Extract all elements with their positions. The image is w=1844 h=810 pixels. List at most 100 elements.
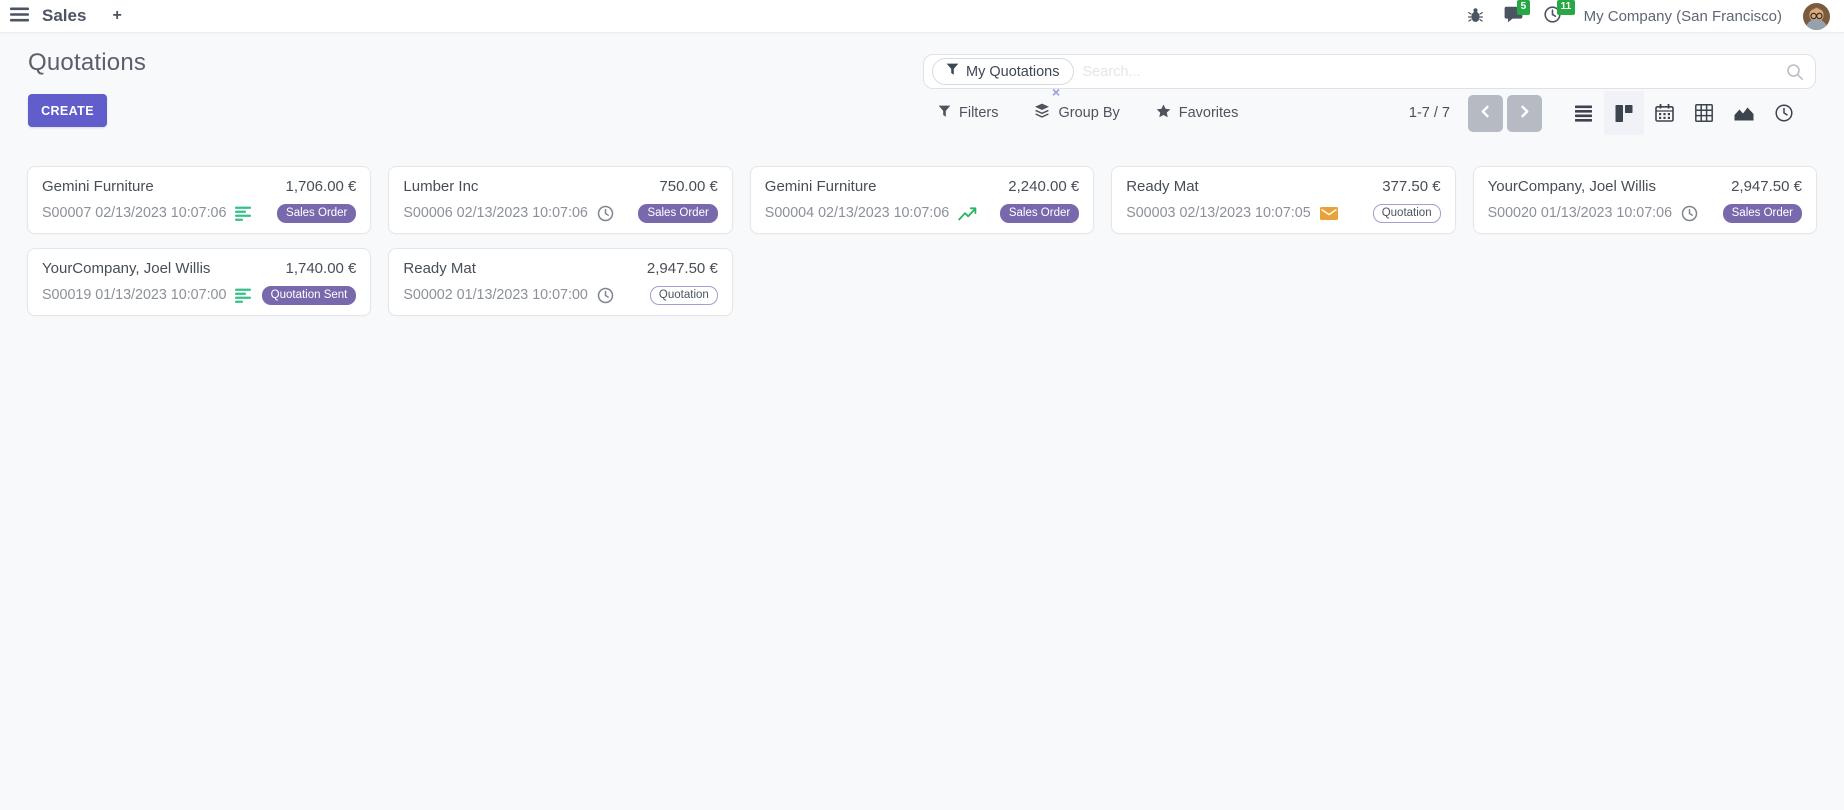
card-customer: Gemini Furniture — [765, 178, 877, 195]
app-name[interactable]: Sales — [42, 6, 86, 26]
calendar-view-icon — [1655, 104, 1674, 122]
card-datetime: 02/13/2023 10:07:06 — [95, 205, 226, 221]
user-avatar[interactable] — [1803, 3, 1830, 30]
activity-lines-icon[interactable] — [235, 206, 253, 221]
status-badge: Quotation — [1373, 204, 1441, 223]
card-reference: S00019 — [42, 287, 91, 303]
card-customer: Gemini Furniture — [42, 178, 154, 195]
card-reference: S00003 — [1126, 205, 1175, 221]
calendar-view-button[interactable] — [1644, 91, 1684, 135]
clock-icon[interactable] — [1681, 205, 1698, 222]
group-by-menu-label: Group By — [1058, 105, 1119, 121]
activity-view-icon — [1775, 104, 1793, 122]
card-reference: S00007 — [42, 205, 91, 221]
facet-remove-icon[interactable]: × — [1052, 85, 1060, 99]
pivot-view-icon — [1695, 104, 1713, 122]
search-facet[interactable]: My Quotations — [932, 58, 1074, 85]
card-reference: S00006 — [403, 205, 452, 221]
status-badge: Quotation Sent — [262, 286, 357, 305]
card-datetime: 02/13/2023 10:07:06 — [818, 205, 949, 221]
bug-icon — [1468, 7, 1483, 26]
status-badge: Quotation — [650, 286, 718, 305]
quotation-card[interactable]: Gemini Furniture 2,240.00 € S00004 02/13… — [750, 166, 1094, 234]
kanban-view-icon — [1615, 105, 1633, 122]
add-tab-button[interactable]: + — [112, 7, 121, 25]
status-badge: Sales Order — [277, 204, 356, 223]
view-switcher — [1564, 91, 1804, 135]
pivot-view-button[interactable] — [1684, 91, 1724, 135]
graph-view-button[interactable] — [1724, 91, 1764, 135]
card-amount: 2,240.00 € — [1008, 178, 1079, 195]
activity-lines-icon[interactable] — [235, 288, 253, 303]
card-datetime: 01/13/2023 10:07:06 — [1541, 205, 1672, 221]
quotation-card[interactable]: Gemini Furniture 1,706.00 € S00007 02/13… — [27, 166, 371, 234]
message-count-badge: 5 — [1517, 0, 1531, 15]
card-datetime: 01/13/2023 10:07:00 — [95, 287, 226, 303]
chevron-right-icon — [1519, 105, 1530, 121]
create-button[interactable]: CREATE — [28, 94, 107, 127]
quotation-card[interactable]: Lumber Inc 750.00 € S00006 02/13/2023 10… — [388, 166, 732, 234]
control-panel: Quotations My Quotations × CREATE Filter… — [0, 33, 1844, 166]
envelope-icon[interactable] — [1320, 207, 1338, 220]
card-amount: 750.00 € — [659, 178, 717, 195]
card-amount: 377.50 € — [1382, 178, 1440, 195]
activities-button[interactable]: 11 — [1544, 6, 1561, 26]
activity-view-button[interactable] — [1764, 91, 1804, 135]
search-bar[interactable]: My Quotations × — [923, 54, 1816, 89]
page-title: Quotations — [28, 49, 146, 77]
debug-mode-button[interactable] — [1468, 7, 1483, 26]
layers-icon — [1034, 103, 1050, 123]
card-reference: S00004 — [765, 205, 814, 221]
list-view-icon — [1575, 105, 1594, 122]
clock-icon[interactable] — [597, 287, 614, 304]
chevron-left-icon — [1480, 105, 1491, 121]
status-badge: Sales Order — [1723, 204, 1802, 223]
card-customer: YourCompany, Joel Willis — [1488, 178, 1656, 195]
search-icon[interactable] — [1785, 62, 1805, 82]
card-customer: YourCompany, Joel Willis — [42, 260, 210, 277]
trend-up-icon[interactable] — [958, 206, 978, 221]
activity-count-badge: 11 — [1557, 0, 1576, 15]
filters-funnel-icon — [938, 105, 951, 122]
quotation-card[interactable]: Ready Mat 2,947.50 € S00002 01/13/2023 1… — [388, 248, 732, 316]
pager-and-views: 1-7 / 7 — [1409, 91, 1804, 135]
favorites-menu-label: Favorites — [1179, 105, 1239, 121]
filters-menu-label: Filters — [959, 105, 998, 121]
status-badge: Sales Order — [1000, 204, 1079, 223]
messages-button[interactable]: 5 — [1504, 6, 1523, 26]
company-switcher[interactable]: My Company (San Francisco) — [1584, 8, 1782, 25]
pager-next-button[interactable] — [1507, 95, 1542, 132]
graph-view-icon — [1734, 105, 1754, 121]
kanban-grid: Gemini Furniture 1,706.00 € S00007 02/13… — [0, 166, 1844, 316]
card-reference: S00020 — [1488, 205, 1537, 221]
group-by-menu[interactable]: Group By — [1034, 103, 1119, 123]
apps-menu-button[interactable] — [10, 7, 29, 25]
star-icon — [1156, 104, 1171, 123]
quotation-card[interactable]: YourCompany, Joel Willis 1,740.00 € S000… — [27, 248, 371, 316]
search-facet-label: My Quotations — [966, 64, 1060, 80]
card-customer: Ready Mat — [1126, 178, 1199, 195]
card-datetime: 02/13/2023 10:07:06 — [457, 205, 588, 221]
card-customer: Ready Mat — [403, 260, 476, 277]
card-datetime: 01/13/2023 10:07:00 — [457, 287, 588, 303]
card-datetime: 02/13/2023 10:07:05 — [1179, 205, 1310, 221]
quotation-card[interactable]: YourCompany, Joel Willis 2,947.50 € S000… — [1473, 166, 1817, 234]
search-menus: Filters Group By Favorites — [938, 103, 1238, 123]
card-customer: Lumber Inc — [403, 178, 478, 195]
filters-menu[interactable]: Filters — [938, 105, 998, 122]
hamburger-icon — [10, 7, 29, 25]
card-amount: 2,947.50 € — [1731, 178, 1802, 195]
pager-previous-button[interactable] — [1468, 95, 1503, 132]
status-badge: Sales Order — [638, 204, 717, 223]
card-reference: S00002 — [403, 287, 452, 303]
clock-icon[interactable] — [597, 205, 614, 222]
favorites-menu[interactable]: Favorites — [1156, 104, 1239, 123]
search-input[interactable] — [1083, 64, 1778, 80]
filter-funnel-icon — [946, 63, 959, 80]
kanban-view-button[interactable] — [1604, 91, 1644, 135]
card-amount: 1,740.00 € — [285, 260, 356, 277]
pager-range: 1-7 / 7 — [1409, 105, 1450, 121]
card-amount: 1,706.00 € — [285, 178, 356, 195]
quotation-card[interactable]: Ready Mat 377.50 € S00003 02/13/2023 10:… — [1111, 166, 1455, 234]
list-view-button[interactable] — [1564, 91, 1604, 135]
